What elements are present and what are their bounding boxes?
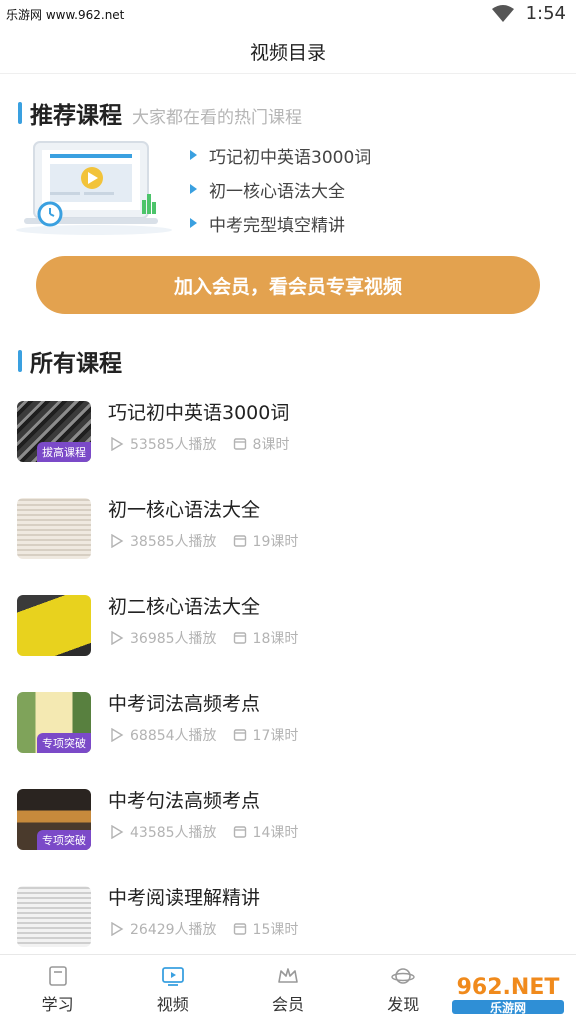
section-accent-bar <box>18 350 22 372</box>
play-count-icon <box>111 728 124 742</box>
recommend-subtitle: 大家都在看的热门课程 <box>132 108 302 128</box>
recommend-item-label: 巧记初中英语3000词 <box>209 147 372 168</box>
recommend-item[interactable]: 初一核心语法大全 <box>190 172 371 206</box>
play-count: 36985人播放 <box>130 631 217 647</box>
course-thumbnail: 专项突破 <box>17 789 91 850</box>
course-title: 中考句法高频考点 <box>108 790 261 812</box>
recommend-item[interactable]: 中考完型填空精讲 <box>190 206 371 240</box>
nav-item-discover[interactable]: 发现 <box>346 955 461 1024</box>
status-bar: 乐游网 www.962.net 1:54 <box>0 0 576 30</box>
planet-icon <box>391 967 415 984</box>
play-count: 53585人播放 <box>130 437 217 453</box>
watermark-text: 乐游网 www.962.net <box>6 8 125 22</box>
course-title: 初二核心语法大全 <box>108 596 261 618</box>
lesson-count: 18课时 <box>252 631 299 647</box>
wifi-icon <box>491 4 514 22</box>
nav-item-study[interactable]: 学习 <box>0 955 115 1024</box>
site-watermark-logo: 962.NET 乐游网 <box>446 970 570 1018</box>
course-title: 初一核心语法大全 <box>108 499 261 521</box>
course-title: 巧记初中英语3000词 <box>108 402 290 424</box>
nav-label: 发现 <box>387 994 420 1014</box>
arrow-right-icon <box>190 150 197 160</box>
play-count-icon <box>111 922 124 936</box>
course-item[interactable]: 中考阅读理解精讲 26429人播放 15课时 <box>0 867 576 964</box>
page-title: 视频目录 <box>249 42 326 64</box>
course-item[interactable]: 专项突破 中考句法高频考点 43585人播放 14课时 <box>0 770 576 867</box>
play-count-icon <box>111 631 124 645</box>
course-badge: 拔高课程 <box>37 442 91 462</box>
laptop-video-illustration <box>16 141 172 235</box>
lesson-count: 17课时 <box>252 728 299 744</box>
play-count: 38585人播放 <box>130 534 217 550</box>
course-thumbnail <box>17 498 91 559</box>
section-accent-bar <box>18 102 22 124</box>
status-time: 1:54 <box>525 3 566 24</box>
lessons-icon <box>233 535 246 547</box>
course-thumbnail <box>17 595 91 656</box>
nav-item-video[interactable]: 视频 <box>115 955 230 1024</box>
course-badge: 专项突破 <box>37 733 91 753</box>
course-item[interactable]: 专项突破 中考词法高频考点 68854人播放 17课时 <box>0 673 576 770</box>
lessons-icon <box>233 923 246 935</box>
course-item[interactable]: 初一核心语法大全 38585人播放 19课时 <box>0 479 576 576</box>
watermark-logo-text: 962.NET <box>457 975 560 1000</box>
recommend-list: 巧记初中英语3000词 初一核心语法大全 中考完型填空精讲 <box>190 138 371 240</box>
course-title: 中考词法高频考点 <box>108 693 261 715</box>
course-thumbnail <box>17 886 91 947</box>
course-item[interactable]: 初二核心语法大全 36985人播放 18课时 <box>0 576 576 673</box>
lesson-count: 8课时 <box>252 437 290 453</box>
crown-icon <box>278 967 298 983</box>
nav-item-vip[interactable]: 会员 <box>230 955 345 1024</box>
recommend-item-label: 中考完型填空精讲 <box>209 215 345 236</box>
nav-label: 学习 <box>41 994 74 1014</box>
recommend-title: 推荐课程 <box>30 103 122 129</box>
course-thumbnail: 拔高课程 <box>17 401 91 462</box>
recommend-heading: 推荐课程 大家都在看的热门课程 <box>18 96 302 130</box>
course-badge: 专项突破 <box>37 830 91 850</box>
book-icon <box>48 965 67 986</box>
all-courses-title: 所有课程 <box>30 351 122 377</box>
join-membership-button[interactable]: 加入会员，看会员专享视频 <box>36 256 540 314</box>
recommend-item[interactable]: 巧记初中英语3000词 <box>190 138 371 172</box>
lessons-icon <box>233 729 246 741</box>
arrow-right-icon <box>190 218 197 228</box>
lesson-count: 14课时 <box>252 825 299 841</box>
all-courses-heading: 所有课程 <box>18 344 122 378</box>
course-item[interactable]: 拔高课程 巧记初中英语3000词 53585人播放 8课时 <box>0 382 576 479</box>
course-list: 拔高课程 巧记初中英语3000词 53585人播放 8课时 初一核心语法大全 3… <box>0 382 576 964</box>
recommend-item-label: 初一核心语法大全 <box>209 181 345 202</box>
play-count-icon <box>111 534 124 548</box>
play-count: 43585人播放 <box>130 825 217 841</box>
lessons-icon <box>233 632 246 644</box>
course-title: 中考阅读理解精讲 <box>108 887 261 909</box>
nav-label: 视频 <box>156 994 189 1014</box>
lesson-count: 19课时 <box>252 534 299 550</box>
arrow-right-icon <box>190 184 197 194</box>
video-icon <box>161 966 184 986</box>
lesson-count: 15课时 <box>252 922 299 938</box>
lessons-icon <box>233 438 246 450</box>
app-header: 视频目录 <box>0 30 576 74</box>
play-count-icon <box>111 437 124 451</box>
nav-label: 会员 <box>272 994 305 1014</box>
course-thumbnail: 专项突破 <box>17 692 91 753</box>
watermark-logo-subtext: 乐游网 <box>490 1000 526 1015</box>
lessons-icon <box>233 826 246 838</box>
play-count-icon <box>111 825 124 839</box>
play-count: 68854人播放 <box>130 728 217 744</box>
play-count: 26429人播放 <box>130 922 217 938</box>
